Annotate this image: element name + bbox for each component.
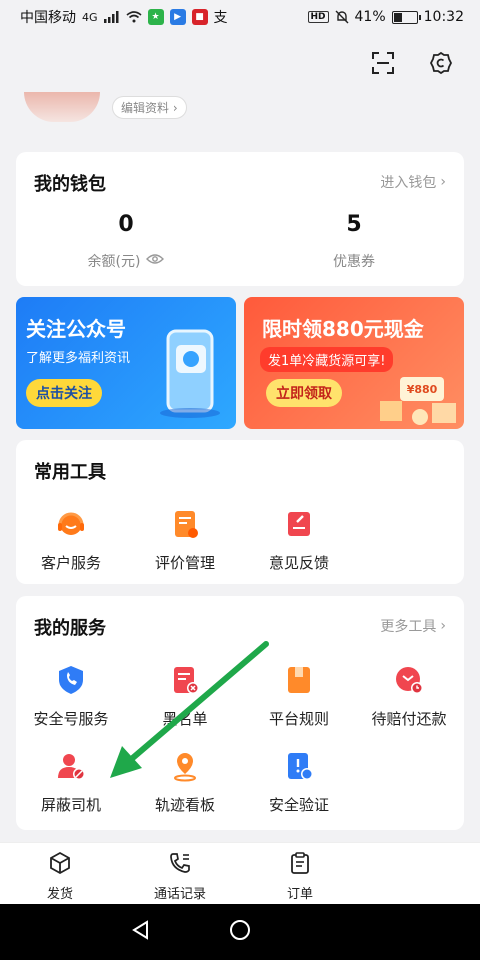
- chevron-right-icon: ›: [440, 618, 446, 634]
- edit-profile-label: 编辑资料: [121, 100, 170, 115]
- app-notification-icon: ▶: [169, 9, 186, 25]
- alipay-icon: 支: [213, 10, 228, 26]
- nav-label: 订单: [286, 887, 313, 902]
- service-label: 安全验证: [268, 796, 329, 814]
- banner-subtitle: 发1单冷藏货源可享!: [260, 347, 394, 372]
- coupon-stat[interactable]: 5 优惠券: [254, 212, 454, 271]
- tool-customer-service[interactable]: 客户服务: [16, 506, 126, 573]
- edit-profile-button[interactable]: 编辑资料 ›: [112, 95, 187, 119]
- cash-promo-banner[interactable]: 限时领880元现金 发1单冷藏货源可享! 立即领取 ¥880: [244, 297, 464, 429]
- settings-button[interactable]: [426, 48, 456, 78]
- tools-card: 常用工具 客户服务 评价管理 意见反馈: [16, 440, 464, 584]
- service-blacklist[interactable]: 黑名单: [130, 662, 240, 729]
- service-label: 屏蔽司机: [40, 796, 101, 814]
- blacklist-icon: [167, 662, 203, 698]
- chevron-right-icon: ›: [440, 174, 446, 190]
- status-bar: 中国移动 4G ★ ▶ ■ 支 HD 41% 10:32: [0, 0, 480, 34]
- scan-button[interactable]: [368, 48, 398, 78]
- tool-review-management[interactable]: 评价管理: [130, 506, 240, 573]
- hd-icon: HD: [307, 11, 329, 23]
- nav-label: 发货: [46, 887, 73, 902]
- service-label: 黑名单: [162, 710, 208, 728]
- services-card: 我的服务 更多工具 › 安全号服务 黑名单 平台规则 待赔付还款 屏蔽司机 轨迹…: [16, 596, 464, 830]
- eye-icon[interactable]: [146, 253, 165, 269]
- app-notification-icon: ★: [147, 9, 164, 25]
- service-label: 待赔付还款: [371, 710, 447, 728]
- service-secure-number[interactable]: 安全号服务: [16, 662, 126, 729]
- banner-title: 关注公众号: [26, 317, 126, 341]
- tool-label: 意见反馈: [268, 554, 329, 572]
- follow-official-banner[interactable]: 关注公众号 了解更多福利资讯 点击关注: [16, 297, 236, 429]
- network-type: 4G: [82, 10, 98, 24]
- wallet-card: 我的钱包 进入钱包 › 0 余额(元) 5 优惠券: [16, 152, 464, 286]
- balance-label: 余额(元): [87, 254, 141, 270]
- coupon-label: 优惠券: [333, 254, 375, 270]
- more-tools-link[interactable]: 更多工具 ›: [380, 616, 446, 636]
- service-security-verify[interactable]: 安全验证: [244, 748, 354, 815]
- nav-call-log[interactable]: 通话记录: [130, 851, 230, 902]
- order-clipboard-icon: [291, 852, 309, 874]
- system-nav-bar: [0, 904, 480, 960]
- rules-book-icon: [281, 662, 317, 698]
- call-log-icon: [170, 853, 190, 873]
- track-board-icon: [167, 748, 203, 784]
- avatar[interactable]: [24, 92, 100, 122]
- tools-title: 常用工具: [34, 462, 106, 483]
- banner-subtitle: 了解更多福利资讯: [26, 351, 131, 366]
- back-icon[interactable]: [130, 919, 152, 945]
- nav-orders[interactable]: 订单: [250, 851, 350, 902]
- nav-label: 通话记录: [153, 887, 206, 902]
- wallet-title: 我的钱包: [34, 174, 106, 195]
- settings-gear-icon: [429, 51, 453, 75]
- tool-label: 评价管理: [154, 554, 215, 572]
- carrier-label: 中国移动: [20, 10, 76, 26]
- more-tools-label: 更多工具: [380, 619, 437, 635]
- box-icon: [50, 851, 70, 875]
- signal-icon: [103, 11, 120, 23]
- clock: 10:32: [423, 9, 464, 25]
- service-label: 安全号服务: [33, 710, 109, 728]
- app-notification-icon: ■: [191, 9, 208, 25]
- tool-feedback[interactable]: 意见反馈: [244, 506, 354, 573]
- tool-label: 客户服务: [40, 554, 101, 572]
- battery-icon: [391, 10, 421, 24]
- status-left: 中国移动 4G ★ ▶ ■ 支: [20, 7, 228, 27]
- service-label: 平台规则: [268, 710, 329, 728]
- coupon-value: 5: [346, 212, 362, 237]
- scan-icon: [372, 52, 394, 74]
- home-icon[interactable]: [228, 918, 252, 946]
- service-platform-rules[interactable]: 平台规则: [244, 662, 354, 729]
- mute-bell-icon: [335, 10, 349, 24]
- bottom-nav: 发货 通话记录 订单: [0, 842, 480, 904]
- gift-box-icon: [380, 401, 456, 425]
- shield-phone-icon: [53, 662, 89, 698]
- balance-stat[interactable]: 0 余额(元): [26, 212, 226, 271]
- balance-value: 0: [118, 212, 134, 237]
- nav-ship[interactable]: 发货: [10, 851, 110, 902]
- claim-now-button[interactable]: 立即领取: [266, 379, 342, 407]
- block-driver-icon: [53, 748, 89, 784]
- battery-level: [393, 12, 403, 22]
- battery-percent: 41%: [354, 9, 386, 25]
- feedback-icon: [281, 506, 317, 542]
- security-verify-icon: [281, 748, 317, 784]
- phone-illustration-icon: [160, 329, 220, 418]
- wifi-icon: [126, 11, 142, 23]
- service-pending-repayment[interactable]: 待赔付还款: [354, 662, 464, 729]
- repay-clock-icon: [391, 662, 427, 698]
- status-right: HD 41% 10:32: [307, 9, 464, 25]
- headset-icon: [53, 506, 89, 542]
- enter-wallet-label: 进入钱包: [380, 175, 437, 191]
- profile-header: 编辑资料 ›: [24, 92, 187, 122]
- enter-wallet-link[interactable]: 进入钱包 ›: [380, 172, 446, 192]
- service-label: 轨迹看板: [154, 796, 215, 814]
- service-track-board[interactable]: 轨迹看板: [130, 748, 240, 815]
- services-title: 我的服务: [34, 618, 106, 639]
- review-icon: [167, 506, 203, 542]
- follow-button[interactable]: 点击关注: [26, 379, 102, 407]
- service-block-driver[interactable]: 屏蔽司机: [16, 748, 126, 815]
- top-actions: [368, 48, 456, 78]
- banner-title: 限时领880元现金: [262, 317, 424, 341]
